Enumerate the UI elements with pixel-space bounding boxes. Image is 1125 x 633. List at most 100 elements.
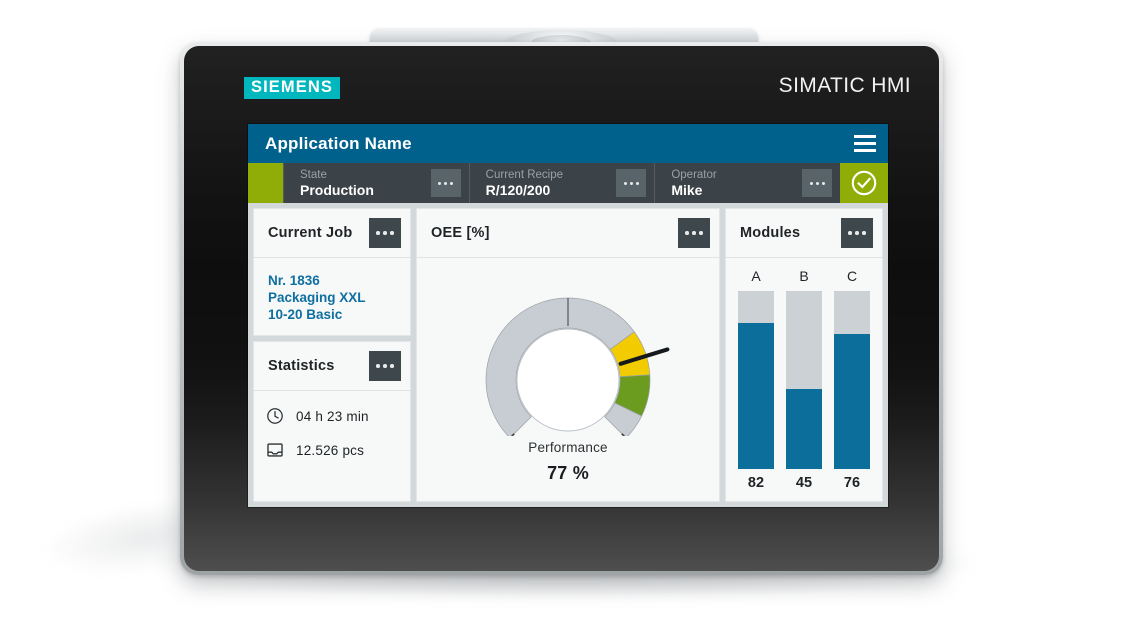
ellipsis-icon[interactable]: [430, 169, 461, 197]
card-header: Current Job: [254, 209, 410, 258]
status-value: R/120/200: [485, 181, 551, 198]
hamburger-menu-icon[interactable]: [842, 124, 888, 163]
status-tile-text: State Production: [300, 169, 374, 198]
dot: [629, 181, 633, 185]
app-titlebar: Application Name: [248, 124, 888, 163]
card-header: Modules: [726, 209, 882, 258]
dot: [444, 181, 448, 185]
modules-category-labels: A B C: [738, 268, 870, 284]
statistics-row-count: 12.526 pcs: [266, 441, 398, 459]
card-title: Current Job: [268, 225, 353, 241]
status-ok-button[interactable]: [840, 163, 888, 203]
module-label: B: [799, 268, 809, 284]
tray-icon: [267, 443, 283, 457]
ellipsis-icon[interactable]: [369, 218, 401, 248]
left-column: Current Job Nr. 1836 Packaging XXL 10-20…: [253, 208, 411, 502]
module-bar: [834, 291, 870, 469]
dot: [390, 231, 394, 235]
gauge-caption: Performance: [528, 440, 608, 455]
card-header: OEE [%]: [417, 209, 719, 258]
status-tile-text: Current Recipe R/120/200: [486, 169, 563, 198]
dot: [821, 181, 825, 185]
dot: [623, 181, 627, 185]
status-value: Mike: [671, 181, 703, 198]
module-label: A: [751, 268, 761, 284]
status-value: Production: [300, 181, 374, 198]
status-bar: State Production Current Recipe R/120/20…: [248, 163, 888, 203]
status-accent-block: [248, 163, 283, 203]
dot: [450, 181, 454, 185]
ellipsis-icon[interactable]: [802, 169, 833, 197]
card-title: Modules: [740, 225, 801, 241]
hamburger-bar: [854, 135, 876, 138]
dot: [862, 231, 866, 235]
scene-background: SIEMENS SIMATIC HMI Application Name Sta…: [0, 0, 1125, 633]
product-label: SIMATIC HMI: [778, 74, 911, 97]
dot: [635, 181, 639, 185]
status-tile-operator[interactable]: Operator Mike: [654, 163, 840, 203]
statistics-body: 04 h 23 min 12.526 pcs: [254, 391, 410, 501]
statistics-value: 12.526 pcs: [296, 442, 365, 458]
statistics-row-runtime: 04 h 23 min: [266, 407, 398, 425]
card-title: Statistics: [268, 358, 335, 374]
dot: [692, 231, 696, 235]
clock-icon: [267, 408, 283, 424]
dot: [383, 364, 387, 368]
module-bar-fill: [738, 323, 774, 469]
dot: [390, 364, 394, 368]
dot: [383, 231, 387, 235]
hamburger-bar: [854, 142, 876, 145]
module-bar: [738, 291, 774, 469]
dot: [438, 181, 442, 185]
card-oee: OEE [%] Performance 77 %: [416, 208, 720, 502]
device-front-panel: SIEMENS SIMATIC HMI Application Name Sta…: [184, 46, 939, 571]
status-label: Current Recipe: [485, 168, 564, 181]
gauge-inner-circle: [516, 328, 620, 432]
hamburger-bar: [854, 149, 876, 152]
gauge-chart: [485, 297, 670, 455]
card-title: OEE [%]: [431, 225, 490, 241]
status-tile-state[interactable]: State Production: [283, 163, 469, 203]
modules-body: A B C 82 45 76: [726, 258, 882, 501]
status-tile-current-recipe[interactable]: Current Recipe R/120/200: [468, 163, 655, 203]
right-column: Modules A B C 82 45 76: [725, 208, 883, 502]
card-modules: Modules A B C 82 45 76: [725, 208, 883, 502]
dot: [376, 364, 380, 368]
module-value: 45: [795, 475, 813, 491]
dot: [848, 231, 852, 235]
current-job-body: Nr. 1836 Packaging XXL 10-20 Basic: [254, 258, 410, 335]
ellipsis-icon[interactable]: [841, 218, 873, 248]
dot: [855, 231, 859, 235]
ellipsis-icon[interactable]: [369, 351, 401, 381]
ellipsis-icon[interactable]: [616, 169, 647, 197]
card-current-job: Current Job Nr. 1836 Packaging XXL 10-20…: [253, 208, 411, 336]
dot: [699, 231, 703, 235]
job-product: Packaging XXL: [268, 290, 366, 305]
check-circle-icon: [851, 170, 877, 196]
module-bar-fill: [786, 388, 822, 469]
status-label: Operator: [671, 168, 717, 181]
card-header: Statistics: [254, 342, 410, 391]
module-bar: [786, 291, 822, 469]
job-number: Nr. 1836: [268, 273, 320, 288]
siemens-logo: SIEMENS: [244, 77, 340, 100]
status-label: State: [300, 168, 327, 181]
hmi-screen: Application Name State Production Curren…: [248, 124, 888, 507]
ellipsis-icon[interactable]: [678, 218, 710, 248]
dot: [376, 231, 380, 235]
oee-body: Performance 77 %: [417, 258, 719, 501]
module-bar-fill: [834, 333, 870, 469]
modules-bar-chart: [738, 291, 870, 469]
module-value: 82: [747, 475, 765, 491]
page-title: Application Name: [265, 133, 412, 153]
dot: [809, 181, 813, 185]
dot: [685, 231, 689, 235]
gauge-value: 77 %: [547, 463, 589, 483]
status-tile-text: Operator Mike: [671, 169, 716, 198]
statistics-value: 04 h 23 min: [296, 408, 369, 424]
dot: [815, 181, 819, 185]
module-value: 76: [843, 475, 861, 491]
modules-value-labels: 82 45 76: [738, 475, 870, 491]
simatic-hmi-device: SIEMENS SIMATIC HMI Application Name Sta…: [180, 42, 943, 575]
oee-gauge: [438, 268, 698, 455]
